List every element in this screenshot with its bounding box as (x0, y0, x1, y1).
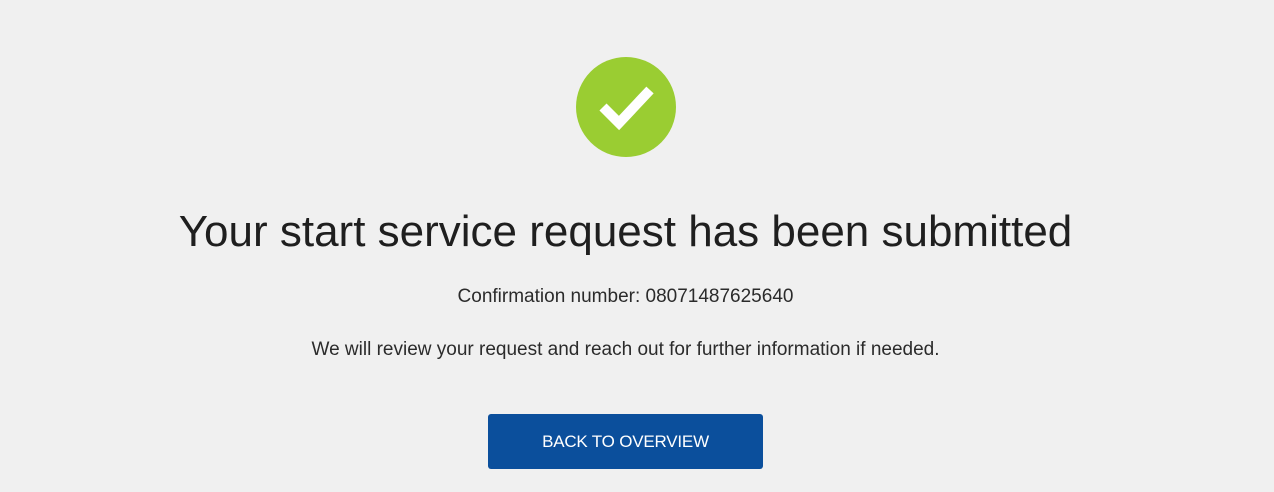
confirmation-number: Confirmation number: 08071487625640 (457, 286, 794, 307)
status-message: We will review your request and reach ou… (311, 339, 940, 360)
page-title: Your start service request has been subm… (178, 207, 1073, 256)
checkmark-circle-icon (576, 57, 676, 157)
back-to-overview-button[interactable]: BACK TO OVERVIEW (488, 414, 763, 469)
checkmark-icon (599, 86, 654, 131)
confirmation-page: Your start service request has been subm… (0, 0, 1274, 492)
